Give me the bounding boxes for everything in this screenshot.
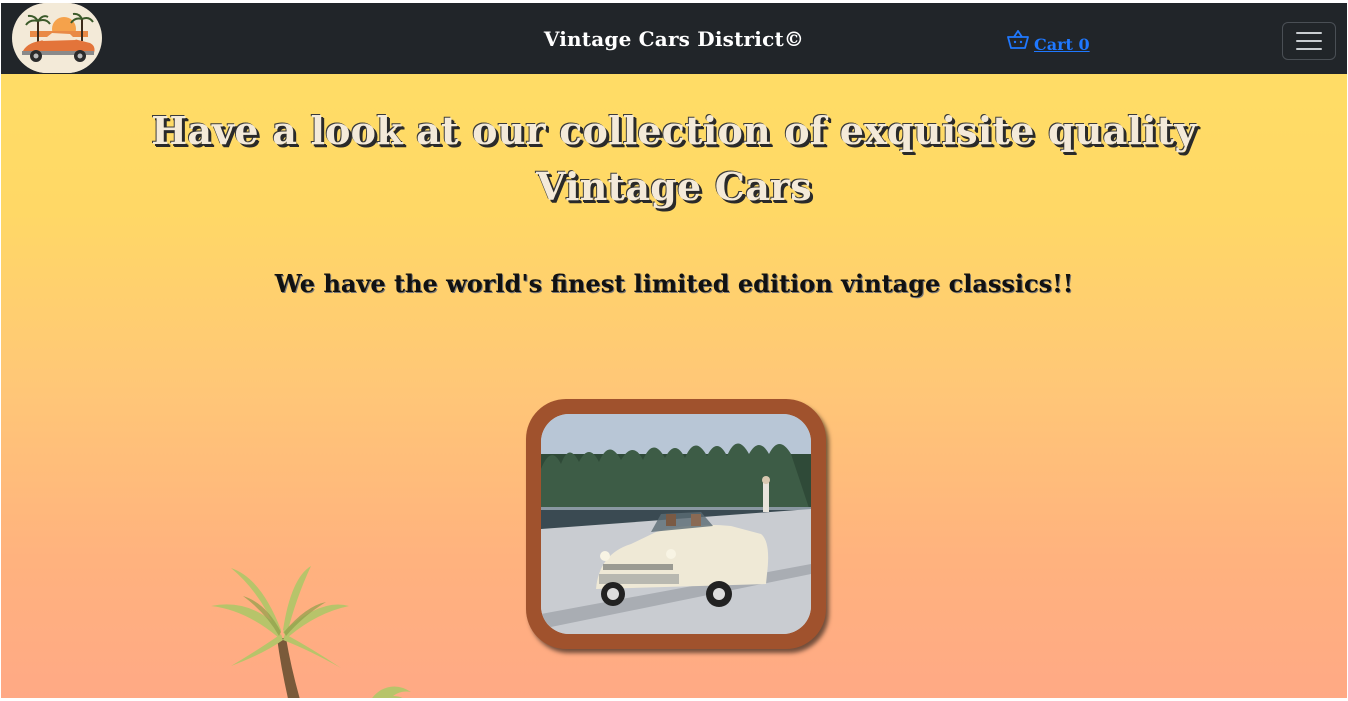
hamburger-menu-icon	[1296, 32, 1322, 34]
vintage-car-logo-icon	[13, 3, 101, 73]
brand-title[interactable]: Vintage Cars District©	[544, 27, 804, 51]
cart-link[interactable]: Cart 0	[1007, 30, 1090, 54]
featured-car-frame	[526, 399, 826, 649]
navbar-toggle-button[interactable]	[1282, 22, 1336, 60]
featured-car-image	[541, 414, 811, 634]
palm-tree-decoration	[211, 566, 411, 698]
basket-icon	[1007, 30, 1029, 49]
cart-label[interactable]: Cart 0	[1034, 35, 1090, 54]
hero-headline: Have a look at our collection of exquisi…	[151, 108, 1197, 209]
logo[interactable]	[12, 3, 102, 73]
page-frame: Vintage Cars District© Cart 0 Have a loo…	[1, 3, 1347, 698]
navbar: Vintage Cars District© Cart 0	[1, 3, 1347, 74]
hero-subline: We have the world's finest limited editi…	[274, 269, 1074, 298]
